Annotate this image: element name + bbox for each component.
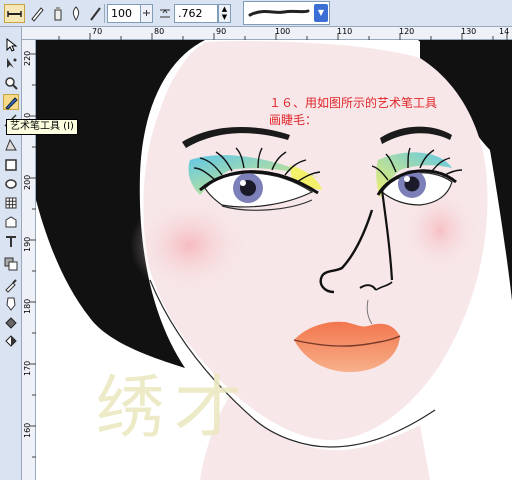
ruler-tick-label: 130	[461, 27, 477, 36]
fill-tool-icon[interactable]	[3, 315, 19, 331]
ruler-tick-label: 90	[216, 27, 227, 36]
sprayer-icon[interactable]	[48, 4, 67, 23]
ellipse-tool-icon[interactable]	[3, 176, 19, 192]
ruler-tick-label: 200	[23, 174, 32, 190]
ruler-tick-label: 180	[23, 298, 32, 314]
freehand-tool-icon[interactable]	[3, 94, 19, 110]
pick-tool-icon[interactable]	[3, 37, 19, 53]
watermark-text: 绣才	[96, 369, 253, 448]
vertical-ruler[interactable]: 220 210 200 190 180 170 160	[22, 40, 36, 480]
outline-pen-tool-icon[interactable]	[3, 296, 19, 312]
basic-shapes-tool-icon[interactable]	[3, 214, 19, 230]
ruler-tick-label: 170	[23, 360, 32, 376]
shape-tool-icon[interactable]	[3, 56, 19, 72]
ruler-tick-label: 80	[154, 27, 165, 36]
width-input[interactable]: .762 mm	[174, 4, 218, 37]
drawing-canvas[interactable]: １６、用如图所示的艺术笔工具 画睫毛： 绣才	[36, 40, 512, 480]
ruler-tick-label: 220	[23, 50, 32, 66]
spinner-up-icon[interactable]: ▲	[219, 5, 230, 13]
ruler-tick-label: 100	[275, 27, 291, 36]
instruction-note: １６、用如图所示的艺术笔工具 画睫毛：	[269, 95, 437, 129]
stroke-preset-dropdown[interactable]: ▼	[243, 1, 330, 25]
spinner-down-icon[interactable]: ▼	[219, 13, 230, 21]
ruler-tick-label: 110	[337, 27, 353, 36]
chevron-down-icon[interactable]: ▼	[314, 4, 328, 22]
width-icon	[157, 4, 173, 23]
preset-brush-icon[interactable]	[4, 4, 25, 23]
stroke-preview-icon	[248, 9, 310, 17]
toolbox	[0, 27, 22, 480]
zoom-tool-icon[interactable]	[3, 75, 19, 91]
smoothing-input[interactable]: 100	[107, 4, 141, 23]
horizontal-ruler[interactable]: 70 80 90 100 110 120 130 14	[22, 27, 512, 40]
pressure-icon[interactable]	[86, 4, 105, 23]
calligraphic-icon[interactable]	[67, 4, 86, 23]
smart-fill-tool-icon[interactable]	[3, 137, 19, 153]
instruction-line-1: １６、用如图所示的艺术笔工具	[269, 96, 438, 110]
graph-paper-tool-icon[interactable]	[3, 195, 19, 211]
ruler-tick-label: 120	[399, 27, 415, 36]
eyedropper-tool-icon[interactable]	[3, 277, 19, 293]
interactive-blend-tool-icon[interactable]	[3, 256, 19, 272]
ruler-tick-label: 70	[92, 27, 103, 36]
ruler-tick-label: 190	[23, 236, 32, 252]
rectangle-tool-icon[interactable]	[3, 157, 19, 173]
text-tool-icon[interactable]	[3, 233, 19, 249]
ruler-tick-label: 14	[499, 27, 510, 36]
property-bar: 100 .762 mm ▲ ▼ ▼	[0, 0, 512, 37]
smoothing-slider-button[interactable]	[140, 4, 153, 23]
brush-icon[interactable]	[27, 4, 46, 23]
width-spinner[interactable]: ▲ ▼	[218, 4, 231, 23]
tooltip-artistic-media: 艺术笔工具 (I)	[6, 119, 78, 135]
ruler-tick-label: 160	[23, 422, 32, 438]
interactive-fill-tool-icon[interactable]	[3, 333, 19, 349]
toolbar-separator	[104, 4, 105, 23]
instruction-line-2: 画睫毛：	[269, 113, 318, 127]
